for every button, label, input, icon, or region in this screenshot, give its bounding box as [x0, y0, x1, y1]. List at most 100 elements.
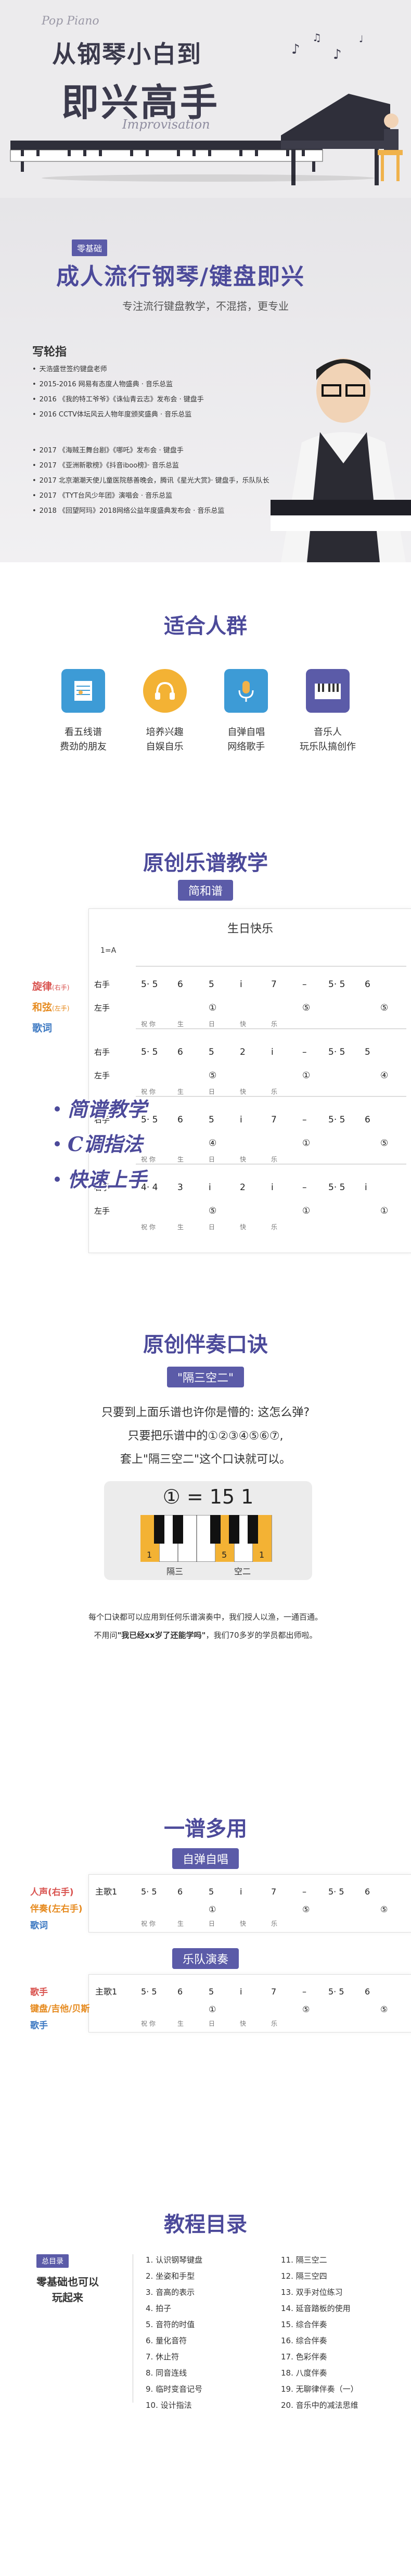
catalog-item[interactable]: 4. 拍子	[146, 2301, 202, 2317]
accompany-line2: 只要把乐谱中的①②③④⑤⑥⑦,	[127, 1430, 284, 1443]
svg-text:主歌1: 主歌1	[95, 1887, 117, 1897]
music-note-icon: ♫	[312, 31, 322, 44]
svg-text:6: 6	[177, 1887, 183, 1897]
svg-text:④: ④	[380, 1070, 388, 1081]
hero-title-line1: 从钢琴小白到	[52, 40, 202, 68]
audience-card-line1: 自弹自唱	[227, 727, 265, 738]
catalog-item[interactable]: 17. 色彩伴奏	[281, 2349, 358, 2365]
catalog-item[interactable]: 20. 音乐中的减法思维	[281, 2397, 358, 2414]
audience-card: 自弹自唱 网络歌手	[210, 669, 282, 754]
svg-text:乐: 乐	[271, 2020, 277, 2027]
svg-text:5: 5	[209, 1115, 214, 1125]
catalog-item[interactable]: 18. 八度伴奏	[281, 2365, 358, 2381]
catalog-item[interactable]: 15. 综合伴奏	[281, 2317, 358, 2333]
svg-text:日: 日	[209, 1088, 215, 1095]
svg-text:左手: 左手	[94, 1003, 110, 1013]
feature-item: 简谱教学	[68, 1097, 147, 1121]
svg-text:日: 日	[209, 1920, 215, 1927]
catalog-item[interactable]: 16. 综合伴奏	[281, 2333, 358, 2349]
svg-text:5· 5: 5· 5	[328, 1182, 345, 1193]
svg-text:i: i	[365, 1182, 367, 1193]
svg-text:⑤: ⑤	[380, 1003, 388, 1013]
svg-text:左手: 左手	[94, 1206, 110, 1216]
audience-card-line2: 费劲的朋友	[60, 741, 107, 752]
svg-text:3: 3	[177, 1182, 183, 1193]
svg-text:快: 快	[240, 1020, 246, 1028]
svg-text:⑤: ⑤	[209, 1070, 216, 1081]
microphone-icon	[224, 669, 268, 713]
catalog-item[interactable]: 3. 音高的表示	[146, 2284, 202, 2301]
accompany-pill: "隔三空二"	[166, 1367, 245, 1387]
catalog-item[interactable]: 1. 认识钢琴键盘	[146, 2252, 202, 2268]
score-section: 原创乐谱教学 简和谱 生日快乐 1=A 右手 左手 右手 左手 右手 左手 右手 左手 …	[0, 823, 411, 1317]
svg-text:生: 生	[177, 1223, 184, 1231]
svg-text:i: i	[271, 1047, 274, 1057]
svg-text:日: 日	[209, 1020, 215, 1028]
accompaniment-label: 伴奏(左右手)	[30, 1904, 83, 1914]
svg-text:5: 5	[209, 1987, 214, 1997]
bio-item: 2017 北京潮潮天使儿童医院慈善晚会，腾讯《星光大赏》· 键盘手，乐队队长	[32, 473, 269, 488]
svg-text:–: –	[302, 1115, 307, 1125]
svg-text:乐: 乐	[271, 1020, 277, 1028]
svg-text:–: –	[302, 1182, 307, 1193]
hero-banner: Pop Piano 从钢琴小白到 即兴高手 Improvisation ♪ ♫ …	[0, 0, 411, 198]
svg-text:–: –	[302, 1887, 306, 1897]
catalog-section: 教程目录 总目录 零基础也可以 玩起来 1. 认识钢琴键盘 2. 坐姿和手型 3.…	[0, 2207, 411, 2576]
audience-title: 适合人群	[164, 614, 247, 638]
svg-text:日: 日	[209, 1223, 215, 1231]
svg-text:右手: 右手	[94, 1047, 110, 1057]
catalog-item[interactable]: 5. 音符的时值	[146, 2317, 202, 2333]
catalog-item[interactable]: 8. 同音连线	[146, 2365, 202, 2381]
catalog-col-2: 11. 隔三空二 12. 隔三空四 13. 双手对位练习 14. 延音踏板的使用…	[281, 2252, 358, 2414]
bio-item: 2018 《回望阿玛》2018网络公益年度盛典发布会 · 音乐总监	[32, 503, 269, 519]
catalog-item[interactable]: 6. 量化音符	[146, 2333, 202, 2349]
svg-text:5· 5: 5· 5	[141, 979, 158, 990]
music-note-icon: ♩	[359, 34, 364, 45]
svg-text:5· 5: 5· 5	[328, 1987, 344, 1997]
music-note-icon: ♪	[291, 42, 300, 57]
teacher-photo	[271, 358, 411, 562]
svg-text:6: 6	[177, 1987, 183, 1997]
staff-paper-icon	[61, 669, 105, 713]
svg-text:快: 快	[240, 1088, 246, 1095]
multi-score-2: 主歌1 5· 5 6 5 i 7 – 5· 5 6 ① ⑤ ⑤ 祝 你 生 日 快 乐	[88, 1974, 411, 2032]
catalog-tagline: 零基础也可以 玩起来	[36, 2276, 99, 2304]
catalog-item[interactable]: 14. 延音踏板的使用	[281, 2301, 358, 2317]
teacher-name: 写轮指	[32, 346, 67, 359]
catalog-item[interactable]: 11. 隔三空二	[281, 2252, 358, 2268]
svg-text:6: 6	[365, 1115, 370, 1125]
catalog-item[interactable]: 19. 无聊律伴奏（一）	[281, 2381, 358, 2397]
keyboard-icon	[305, 669, 350, 713]
svg-text:①: ①	[209, 1003, 216, 1013]
svg-text:6: 6	[365, 979, 370, 990]
svg-text:7: 7	[271, 1987, 276, 1997]
teacher-bio-list: 天浩盛世签约键盘老师 2015-2016 网易有态度人物盛典 · 音乐总监 20…	[32, 362, 269, 519]
band-label: 键盘/吉他/贝斯	[30, 2004, 90, 2014]
svg-text:i: i	[240, 1887, 242, 1897]
svg-text:5· 5: 5· 5	[328, 1887, 344, 1897]
svg-text:–: –	[302, 1047, 307, 1057]
accompany-line1: 只要到上面乐谱也许你是懵的: 这怎么弹?	[101, 1406, 310, 1419]
bio-item: 2016 CCTV体坛风云人物年度颁奖盛典 · 音乐总监	[32, 407, 269, 422]
catalog-item[interactable]: 13. 双手对位练习	[281, 2284, 358, 2301]
chord-label: 和弦(左手)	[32, 1002, 70, 1013]
svg-text:快: 快	[240, 1920, 246, 1927]
catalog-item[interactable]: 7. 休止符	[146, 2349, 202, 2365]
audience-section: 适合人群 看五线谱 费劲的朋友 培养兴趣 自娱自乐 自弹自唱 网络歌手 音乐人 …	[0, 562, 411, 823]
lyrics-label: 歌词	[32, 1022, 53, 1034]
svg-text:5· 5: 5· 5	[141, 1047, 158, 1057]
svg-text:日: 日	[209, 1156, 215, 1163]
svg-text:祝 你: 祝 你	[141, 2020, 156, 2027]
svg-text:乐: 乐	[271, 1223, 277, 1231]
svg-text:主歌1: 主歌1	[95, 1987, 117, 1997]
svg-text:2: 2	[240, 1047, 246, 1057]
multi-score-1: 主歌1 5· 5 6 5 i 7 – 5· 5 6 ① ⑤ ⑤ 祝 你 生 日 快 乐	[88, 1874, 411, 1933]
catalog-item[interactable]: 10. 设计指法	[146, 2397, 202, 2414]
catalog-item[interactable]: 9. 临时变音记号	[146, 2381, 202, 2397]
svg-text:④: ④	[209, 1138, 216, 1148]
course-desc: 专注流行键盘教学，不混搭，更专业	[122, 300, 289, 312]
catalog-item[interactable]: 12. 隔三空四	[281, 2268, 358, 2284]
svg-text:i: i	[240, 1987, 242, 1997]
catalog-item[interactable]: 2. 坐姿和手型	[146, 2268, 202, 2284]
multi-pill-1: 自弹自唱	[172, 1848, 239, 1869]
